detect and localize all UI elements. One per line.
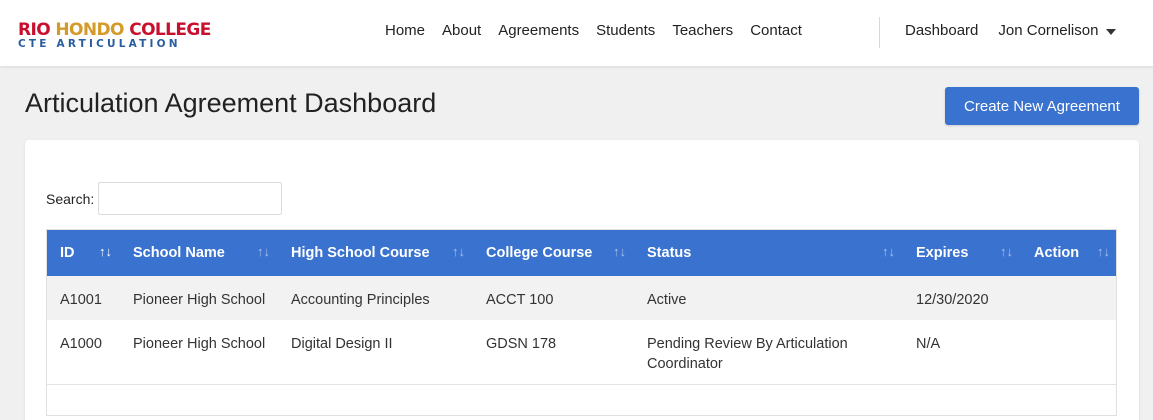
cell-id: A1000 <box>60 336 102 352</box>
column-header-id[interactable]: ID ↑↓ <box>46 229 119 276</box>
nav-link-contact[interactable]: Contact <box>750 22 802 39</box>
sort-icon: ↑↓ <box>257 244 270 259</box>
column-header-status[interactable]: Status ↑↓ <box>633 229 902 276</box>
column-header-action[interactable]: Action ↑↓ <box>1020 229 1117 276</box>
search-input[interactable] <box>98 182 283 215</box>
cell-school-name: Pioneer High School <box>133 292 266 308</box>
logo-subtitle: CTE ARTICULATION <box>18 38 181 50</box>
cell-status: Active <box>647 292 687 308</box>
cell-action <box>1020 320 1117 385</box>
search-row: Search: <box>46 182 283 215</box>
agreements-table: ID ↑↓ School Name ↑↓ High School Course ↑↓ … <box>46 229 1117 385</box>
sort-icon: ↑↓ <box>1000 244 1013 259</box>
page-title: Articulation Agreement Dashboard <box>25 88 437 118</box>
cell-high-school-course: Digital Design II <box>291 336 393 352</box>
nav-link-teachers[interactable]: Teachers <box>672 22 733 39</box>
agreements-card: Search: ID ↑↓ School Name ↑↓ High School C… <box>25 140 1139 420</box>
main-nav: Home About Agreements Students Teachers … <box>385 22 819 39</box>
sort-icon: ↑↓ <box>452 244 465 259</box>
column-header-expires[interactable]: Expires ↑↓ <box>902 229 1020 276</box>
user-nav: Dashboard Jon Cornelison <box>905 22 1117 39</box>
college-logo[interactable]: RIO HONDO COLLEGE CTE ARTICULATION <box>18 22 211 50</box>
sort-icon: ↑↓ <box>882 244 895 259</box>
column-header-school-name[interactable]: School Name ↑↓ <box>119 229 277 276</box>
sort-icon: ↑↓ <box>1097 244 1110 259</box>
user-name: Jon Cornelison <box>998 22 1099 39</box>
table-body: A1001 Pioneer High School Accounting Pri… <box>46 276 1117 385</box>
nav-divider <box>879 17 880 48</box>
nav-link-about[interactable]: About <box>442 22 481 39</box>
table-header: ID ↑↓ School Name ↑↓ High School Course ↑↓ … <box>46 229 1117 276</box>
nav-link-students[interactable]: Students <box>596 22 655 39</box>
caret-down-icon <box>1106 28 1117 35</box>
search-label: Search: <box>46 190 95 207</box>
column-header-college-course[interactable]: College Course ↑↓ <box>472 229 633 276</box>
table-row[interactable]: A1000 Pioneer High School Digital Design… <box>46 320 1117 385</box>
cell-school-name: Pioneer High School <box>133 336 266 352</box>
nav-link-home[interactable]: Home <box>385 22 425 39</box>
cell-college-course: GDSN 178 <box>486 336 557 352</box>
logo-wordmark: RIO HONDO COLLEGE <box>18 20 211 40</box>
cell-college-course: ACCT 100 <box>486 292 554 308</box>
user-menu-dropdown[interactable]: Jon Cornelison <box>998 22 1117 39</box>
sort-icon: ↑↓ <box>99 244 112 259</box>
nav-link-dashboard[interactable]: Dashboard <box>905 22 978 39</box>
cell-id: A1001 <box>60 292 102 308</box>
cell-high-school-course: Accounting Principles <box>291 292 430 308</box>
cell-action <box>1020 276 1117 320</box>
create-new-agreement-button[interactable]: Create New Agreement <box>945 87 1139 125</box>
nav-link-agreements[interactable]: Agreements <box>498 22 579 39</box>
cell-expires: N/A <box>916 336 941 352</box>
top-navbar: RIO HONDO COLLEGE CTE ARTICULATION Home … <box>0 0 1153 66</box>
table-row[interactable]: A1001 Pioneer High School Accounting Pri… <box>46 276 1117 320</box>
column-header-high-school-course[interactable]: High School Course ↑↓ <box>277 229 472 276</box>
sort-icon: ↑↓ <box>613 244 626 259</box>
cell-status: Pending Review By Articulation Coordinat… <box>647 336 848 372</box>
cell-expires: 12/30/2020 <box>916 292 989 308</box>
